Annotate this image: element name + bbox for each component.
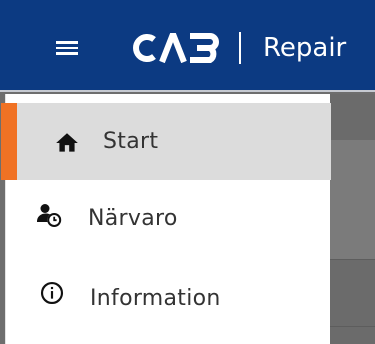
info-icon: [40, 281, 64, 305]
hamburger-menu-icon[interactable]: [56, 41, 78, 55]
nav-item-label: Närvaro: [88, 206, 178, 231]
nav-item-label: Start: [103, 129, 159, 154]
header-divider: [239, 32, 241, 64]
navigation-drawer: Start Närvaro Information: [1, 94, 331, 344]
cab-logo: [133, 33, 219, 63]
nav-item-information[interactable]: Information: [6, 258, 331, 336]
nav-item-label: Information: [90, 286, 221, 311]
active-indicator: [1, 103, 17, 180]
nav-item-narvaro[interactable]: Närvaro: [6, 180, 331, 258]
app-name: Repair: [263, 33, 347, 63]
person-clock-icon: [37, 204, 62, 227]
home-icon: [56, 133, 78, 152]
nav-item-start[interactable]: Start: [1, 103, 331, 180]
dimmed-background-content[interactable]: [330, 94, 375, 344]
app-header: Repair: [0, 0, 375, 92]
